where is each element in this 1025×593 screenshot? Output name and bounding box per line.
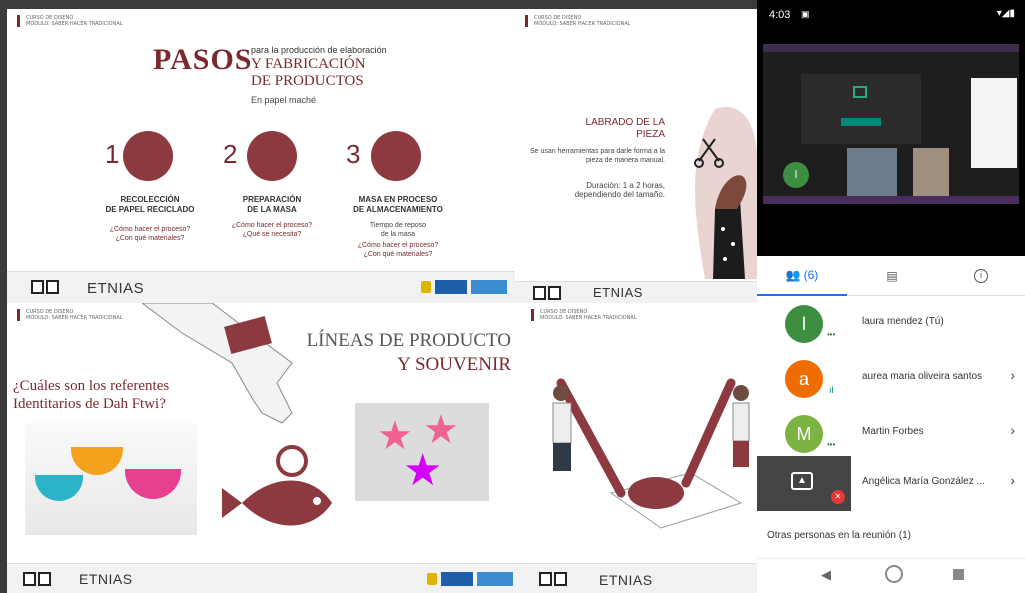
chevron-right-icon[interactable]: › [1010,472,1015,488]
present-screen-icon: ▲ [791,472,813,490]
shared-screen: l [763,44,1019,204]
notification-icon: ▣ [801,9,810,19]
signal-battery-icon: ▾◢▮ [996,8,1015,19]
slide-duration: Duración: 1 a 2 horas, dependiendo del ta… [574,181,665,199]
muted-mic-icon: ✕ [831,490,845,504]
participant-name: Angélica María González ... [862,476,985,487]
tab-people[interactable]: 👥 (6) [757,256,847,296]
slide-footer: ETNIAS [7,563,521,593]
ministry-logo-icon [23,572,51,586]
step-title: PREPARACIÓN DE LA MASA [242,195,302,214]
stars-photo: ★ ★ ★ [355,403,489,501]
tab-chat[interactable]: ▤ [847,256,937,296]
course-label: CURSO DE DISEÑO MÓDULO: SABER HACER TRADI… [17,309,123,321]
participant-name: laura mendez (Tú) [862,316,944,327]
slide-footer: ETNIAS [515,281,757,303]
step-questions: ¿Cómo hacer el proceso? ¿Con qué material… [357,242,439,258]
phone-screen: 4:03 ▣ ▾◢▮ l 👥 (6) ▤ i l ••• laura mendez… [757,0,1025,593]
info-icon: i [974,269,988,283]
participant-row[interactable]: l ••• laura mendez (Tú) [757,296,1025,351]
slide-heading: LABRADO DE LA PIEZA [585,117,665,140]
others-in-meeting-label: Otras personas en la reunión (1) [767,530,911,541]
android-navbar: ◀ [757,558,1025,593]
government-logos [427,572,513,586]
meeting-video-area[interactable]: l [757,30,1025,256]
course-label: CURSO DE DISEÑO MÓDULO: SABER HACER TRADI… [531,309,637,321]
avatar: M [785,415,823,453]
chat-icon: ▤ [886,269,898,283]
footer-label: ETNIAS [87,280,145,297]
participant-row[interactable]: M ••• Martin Forbes › [757,406,1025,461]
hand-fish-illustration [142,303,332,526]
slide-title-pasos: PASOS [153,43,253,76]
slide-labrado: CURSO DE DISEÑO MÓDULO: SABER HACER TRADI… [515,9,757,303]
avatar: a [785,360,823,398]
slide-body-text: Se usan herramientas para darle forma a … [529,148,665,164]
footer-label: ETNIAS [599,572,653,588]
speaking-dots-icon: ••• [827,330,836,339]
ministry-logo-icon [533,286,561,300]
meeting-tabs: 👥 (6) ▤ i [757,256,1025,296]
step-number: 1 [105,139,120,169]
participant-row[interactable]: ▲ ✕ Angélica María González ... › [757,456,1025,511]
slide-lineas-producto: CURSO DE DISEÑO MÓDULO: SABER HACER TRADI… [7,303,521,593]
back-icon[interactable]: ◀ [821,567,831,583]
step-number: 2 [223,139,238,169]
step-questions: ¿Cómo hacer el proceso? ¿Qué se necesita? [231,222,313,238]
status-bar: 4:03 ▣ ▾◢▮ [757,0,1025,30]
meet-tile-avatar: l [783,162,809,188]
chevron-right-icon[interactable]: › [1010,422,1015,438]
recycle-hand-icon [123,131,173,181]
speaking-dots-icon: ••• [827,440,836,449]
slide-subtitle-line2: Y FABRICACIÓN [251,56,366,72]
video-tile [913,148,949,196]
slide-pasos: CURSO DE DISEÑO MÓDULO: SABER HACER TRADI… [7,9,515,303]
slide-footer: ETNIAS [7,271,515,303]
recents-icon[interactable] [953,569,964,580]
step-questions: Tiempo de reposo de la masa [369,222,427,238]
carving-hand-illustration [694,107,757,279]
footer-label: ETNIAS [593,285,643,300]
home-icon[interactable] [885,565,903,583]
slide-artisan-illustration: CURSO DE DISEÑO MÓDULO: SABER HACER TRADI… [521,303,757,593]
course-label: CURSO DE DISEÑO MÓDULO: SABER HACER TRADI… [525,15,631,27]
chevron-right-icon[interactable]: › [1010,367,1015,383]
participant-panel-preview [971,78,1017,168]
slide-footer: ETNIAS [521,563,757,593]
ministry-logo-icon [31,280,59,294]
slide-subtitle-line3: DE PRODUCTOS [251,73,364,89]
slide-subtitle-material: En papel maché [251,95,317,105]
presenting-tile: ▲ ✕ [757,456,851,511]
slide-subtitle-line1: para la producción de elaboración [251,45,387,55]
audio-level-icon: ıl [829,385,834,395]
people-icon: 👥 [785,268,801,282]
step-title: MASA EN PROCESO DE ALMACENAMIENTO [353,195,443,214]
avatar: l [785,305,823,343]
participant-name: aurea maria oliveira santos [862,371,983,382]
government-logos [421,280,507,294]
footer-label: ETNIAS [79,571,133,587]
presentation-preview [801,74,921,144]
step-questions: ¿Cómo hacer el proceso? ¿Con qué material… [109,226,191,242]
video-tile [847,148,897,196]
participant-name: Martin Forbes [862,426,924,437]
participant-row[interactable]: a ıl aurea maria oliveira santos › [757,351,1025,406]
ministry-logo-icon [539,572,567,586]
mixing-bowl-icon [247,131,297,181]
artisans-illustration [552,378,750,529]
step-title: RECOLECCIÓN DE PAPEL RECICLADO [105,195,195,214]
course-label: CURSO DE DISEÑO MÓDULO: SABER HACER TRADI… [17,15,123,27]
tab-info[interactable]: i [937,256,1025,296]
step-number: 3 [346,139,361,169]
status-time: 4:03 [769,9,791,21]
hands-storage-icon [371,131,421,181]
